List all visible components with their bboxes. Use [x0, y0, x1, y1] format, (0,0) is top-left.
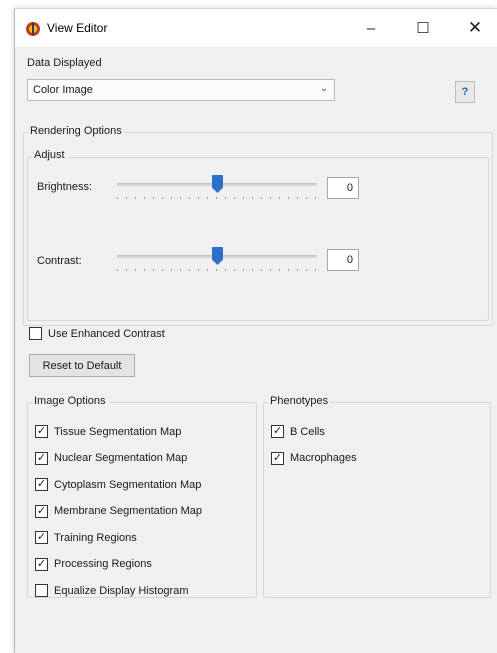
checkbox-label: Training Regions: [54, 531, 137, 544]
checkbox-box[interactable]: ✓: [271, 451, 284, 465]
maximize-button[interactable]: ☐: [397, 9, 449, 47]
checkbox-label: Processing Regions: [54, 558, 152, 570]
nuclear-segmentation-map-checkbox[interactable]: ✓ Nuclear Segmentation Map: [35, 451, 188, 465]
checkbox-label: Cytoplasm Segmentation Map: [54, 478, 202, 491]
checkbox-box[interactable]: ✓: [271, 425, 284, 438]
contrast-value-field[interactable]: 0: [327, 249, 359, 271]
slider-thumb[interactable]: [212, 175, 223, 193]
brightness-slider[interactable]: [117, 175, 317, 205]
tissue-segmentation-map-checkbox[interactable]: ✓ Tissue Segmentation Map: [35, 425, 181, 438]
checkbox-label: B Cells: [290, 425, 325, 438]
checkbox-box[interactable]: ✓: [35, 451, 48, 465]
help-button[interactable]: ?: [455, 81, 475, 103]
data-displayed-label: Data Displayed: [27, 57, 102, 69]
phenotypes-label: Phenotypes: [268, 395, 331, 407]
minimize-button[interactable]: –: [345, 9, 397, 47]
cytoplasm-segmentation-map-checkbox[interactable]: ✓ Cytoplasm Segmentation Map: [35, 478, 201, 491]
macrophages-checkbox[interactable]: ✓ Macrophages: [271, 451, 357, 465]
chevron-down-icon: ⌄: [319, 83, 328, 94]
checkbox-box[interactable]: [35, 584, 48, 597]
membrane-segmentation-map-checkbox[interactable]: ✓ Membrane Segmentation Map: [35, 504, 202, 518]
title-bar[interactable]: View Editor – ☐ ✕: [15, 9, 497, 47]
contrast-label: Contrast:: [37, 255, 82, 267]
b-cells-checkbox[interactable]: ✓ B Cells: [271, 425, 325, 438]
view-editor-window: View Editor – ☐ ✕ Data Displayed Color I…: [14, 8, 497, 653]
checkbox-box[interactable]: [29, 327, 42, 340]
close-button[interactable]: ✕: [449, 9, 497, 47]
rendering-options-label: Rendering Options: [28, 125, 124, 137]
dropdown-selected-value: Color Image: [33, 84, 93, 96]
checkbox-label: Membrane Segmentation Map: [54, 505, 202, 517]
checkbox-box[interactable]: ✓: [35, 504, 48, 518]
adjust-label: Adjust: [32, 149, 67, 161]
checkbox-box[interactable]: ✓: [35, 425, 48, 438]
checkbox-box[interactable]: ✓: [35, 478, 48, 491]
slider-ticks: [117, 269, 317, 271]
checkbox-label: Tissue Segmentation Map: [54, 425, 182, 438]
brightness-value-field[interactable]: 0: [327, 177, 359, 199]
image-options-label: Image Options: [32, 395, 108, 407]
brightness-label: Brightness:: [37, 181, 93, 193]
equalize-display-histogram-checkbox[interactable]: Equalize Display Histogram: [35, 584, 189, 597]
use-enhanced-contrast-checkbox[interactable]: Use Enhanced Contrast: [29, 327, 165, 340]
checkbox-box[interactable]: ✓: [35, 557, 48, 571]
checkbox-label: Equalize Display Histogram: [54, 584, 189, 597]
processing-regions-checkbox[interactable]: ✓ Processing Regions: [35, 557, 152, 571]
slider-thumb[interactable]: [212, 247, 223, 265]
reset-to-default-button[interactable]: Reset to Default: [29, 354, 135, 377]
checkbox-label: Nuclear Segmentation Map: [54, 452, 188, 464]
data-displayed-dropdown[interactable]: Color Image ⌄: [27, 79, 335, 101]
window-title: View Editor: [47, 21, 108, 35]
training-regions-checkbox[interactable]: ✓ Training Regions: [35, 531, 137, 544]
app-logo-icon: [25, 21, 41, 37]
contrast-slider[interactable]: [117, 247, 317, 277]
slider-ticks: [117, 197, 317, 199]
checkbox-box[interactable]: ✓: [35, 531, 48, 544]
checkbox-label: Use Enhanced Contrast: [48, 327, 165, 340]
checkbox-label: Macrophages: [290, 452, 357, 464]
